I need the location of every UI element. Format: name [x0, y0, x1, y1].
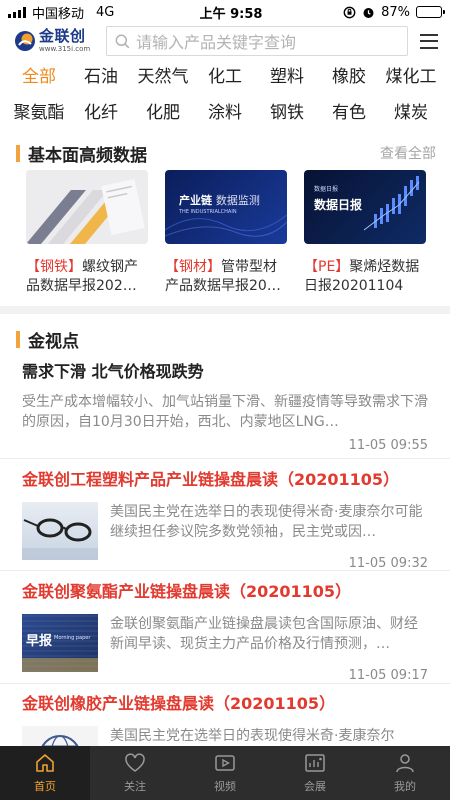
- fundamentals-cards: 【钢铁】螺纹钢产品数据早报202… 产业链 数据监测 THE INDUSTRIA…: [26, 170, 426, 296]
- card-tag: 【钢铁】: [26, 259, 82, 275]
- category-chemicals[interactable]: 化工: [194, 66, 256, 88]
- tab-video[interactable]: 视频: [180, 746, 270, 800]
- category-coal[interactable]: 煤炭: [380, 102, 442, 124]
- list-divider: [0, 570, 450, 571]
- app-header: 金联创 www.315i.com 请输入产品关键字查询: [0, 24, 450, 58]
- carrier-label: 中国移动: [32, 6, 85, 22]
- category-coatings[interactable]: 涂料: [194, 102, 256, 124]
- card-image-small-label: 数据日报: [314, 186, 339, 193]
- home-icon: [36, 754, 54, 772]
- exhibition-icon: [305, 754, 325, 772]
- glasses-thumbnail: [22, 502, 98, 560]
- category-fertilizer[interactable]: 化肥: [132, 102, 194, 124]
- tab-label: 关注: [124, 780, 146, 793]
- category-oil[interactable]: 石油: [70, 66, 132, 88]
- category-plastics[interactable]: 塑料: [256, 66, 318, 88]
- clock: 上午 9:58: [199, 6, 263, 22]
- search-icon: [115, 34, 130, 48]
- app-logo[interactable]: 金联创 www.315i.com: [14, 26, 98, 56]
- alarm-icon: [363, 7, 374, 18]
- tab-home[interactable]: 首页: [0, 746, 90, 800]
- tab-exhibition[interactable]: 会展: [270, 746, 360, 800]
- category-chemical-fiber[interactable]: 化纤: [70, 102, 132, 124]
- section-title: 金视点: [28, 331, 79, 352]
- article-summary: 金联创聚氨酯产业链操盘晨读包含国际原油、财经新闻早读、现货主力产品价格及行情预测…: [110, 616, 418, 652]
- category-polyurethane[interactable]: 聚氨酯: [8, 102, 70, 124]
- data-card[interactable]: 产业链 数据监测 THE INDUSTRIALCHAIN 【钢材】管带型材产品数…: [165, 170, 287, 296]
- heart-icon: [125, 753, 145, 772]
- category-coal-chemical[interactable]: 煤化工: [380, 66, 442, 88]
- tab-profile[interactable]: 我的: [360, 746, 450, 800]
- card-image-title: 数据日报: [314, 198, 363, 212]
- signal-icon: [8, 6, 26, 18]
- article-summary: 受生产成本增幅较小、加气站销量下滑、新疆疫情等导致需求下滑的原因，自10月30日…: [22, 394, 428, 430]
- section-divider: [0, 306, 450, 314]
- tab-label: 首页: [34, 780, 56, 793]
- tab-label: 我的: [394, 780, 416, 793]
- rotation-lock-icon: [343, 6, 356, 18]
- thumbnail-label: 早报: [26, 634, 53, 649]
- tab-label: 会展: [304, 780, 326, 793]
- category-nonferrous[interactable]: 有色: [318, 102, 380, 124]
- card-thumbnail: 数据日报 数据日报: [304, 170, 426, 244]
- network-label: 4G: [96, 4, 115, 20]
- data-card[interactable]: 【钢铁】螺纹钢产品数据早报202…: [26, 170, 148, 296]
- tab-follow[interactable]: 关注: [90, 746, 180, 800]
- card-tag: 【PE】: [304, 259, 350, 275]
- category-steel[interactable]: 钢铁: [256, 102, 318, 124]
- view-all-link[interactable]: 查看全部: [380, 143, 436, 163]
- card-image-title: 产业链: [179, 194, 212, 207]
- category-all[interactable]: 全部: [8, 66, 70, 88]
- data-card[interactable]: 数据日报 数据日报 【PE】聚烯烃数据日报20201104: [304, 170, 426, 296]
- category-natural-gas[interactable]: 天然气: [132, 66, 194, 88]
- article-title: 金联创工程塑料产品产业链操盘晨读（20201105）: [22, 470, 400, 489]
- card-thumbnail: 产业链 数据监测 THE INDUSTRIALCHAIN: [165, 170, 287, 244]
- news-list-item[interactable]: 金联创聚氨酯产业链操盘晨读（20201105） 早报 Morning paper…: [0, 580, 450, 683]
- thumbnail-caption: Morning paper: [54, 635, 91, 641]
- list-divider: [0, 683, 450, 684]
- article-title: 金联创聚氨酯产业链操盘晨读（20201105）: [22, 582, 352, 601]
- bottom-tab-bar: 首页 关注 视频 会展 我的: [0, 746, 450, 800]
- status-bar: 中国移动 4G 上午 9:58 87%: [0, 0, 450, 24]
- article-title: 需求下滑 北气价格现跌势: [22, 362, 204, 381]
- battery-percent: 87%: [381, 4, 410, 20]
- tab-label: 视频: [214, 780, 236, 793]
- section-accent-bar: [16, 330, 20, 348]
- card-thumbnail: [26, 170, 148, 244]
- menu-icon[interactable]: [420, 33, 438, 49]
- news-list-item[interactable]: 金联创工程塑料产品产业链操盘晨读（20201105） 美国民主党在选举日的表现使…: [0, 468, 450, 571]
- article-time: 11-05 09:55: [348, 438, 428, 453]
- article-title: 金联创橡胶产业链操盘晨读（20201105）: [22, 694, 336, 713]
- article-summary: 美国民主党在选举日的表现使得米奇·麦康奈尔可能继续担任参议院多数党领袖，民主党或…: [110, 504, 423, 540]
- card-image-caption: THE INDUSTRIALCHAIN: [179, 209, 237, 215]
- card-image-subtitle: 数据监测: [215, 194, 260, 207]
- list-divider: [0, 458, 450, 459]
- category-grid: 全部 石油 天然气 化工 塑料 橡胶 煤化工 聚氨酯 化纤 化肥 涂料 钢铁 有…: [8, 66, 442, 124]
- card-tag: 【钢材】: [165, 259, 221, 275]
- section-title: 基本面高频数据: [28, 145, 147, 166]
- category-rubber[interactable]: 橡胶: [318, 66, 380, 88]
- battery-icon: [416, 6, 445, 18]
- logo-mark-icon: [15, 31, 35, 51]
- section-accent-bar: [16, 144, 20, 162]
- featured-article[interactable]: 需求下滑 北气价格现跌势 受生产成本增幅较小、加气站销量下滑、新疆疫情等导致需求…: [22, 358, 428, 453]
- video-icon: [215, 755, 235, 771]
- search-input[interactable]: 请输入产品关键字查询: [106, 26, 408, 56]
- golden-view-header: 金视点: [16, 328, 436, 352]
- search-placeholder: 请输入产品关键字查询: [136, 33, 297, 52]
- fundamentals-header: 基本面高频数据 查看全部: [16, 142, 436, 166]
- user-icon: [396, 754, 414, 773]
- logo-url: www.315i.com: [39, 45, 91, 53]
- logo-text: 金联创: [39, 27, 86, 45]
- morning-paper-thumbnail: 早报 Morning paper: [22, 614, 98, 672]
